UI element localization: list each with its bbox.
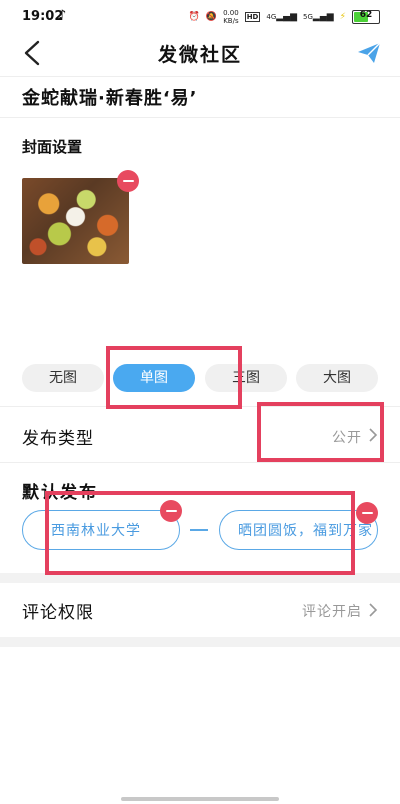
post-title[interactable]: 金蛇献瑞·新春胜‘易’: [22, 84, 198, 110]
battery-level: 62: [359, 10, 373, 20]
signal-5g-icon: 5G▂▄▆: [303, 12, 334, 22]
publish-type-label: 发布类型: [22, 429, 94, 449]
send-button[interactable]: [356, 40, 382, 66]
net-speed-unit: KB/s: [223, 17, 239, 25]
status-bar: 19:02 ♪ ⏰ 🔕 0.00 KB/s HD 4G▂▄▆ 5G▂▄▆ ⚡ 6…: [0, 0, 400, 34]
annotation-box-publish-type: [257, 402, 384, 462]
battery-icon: 62: [352, 10, 380, 24]
charging-icon: ⚡: [339, 12, 346, 22]
paper-plane-icon: [358, 42, 381, 63]
cover-settings-label: 封面设置: [22, 138, 83, 156]
section-gap-bottom: [0, 637, 400, 647]
net-speed: 0.00 KB/s: [223, 9, 239, 25]
layout-option-large[interactable]: 大图: [296, 364, 378, 392]
mute-icon: 🔕: [205, 12, 218, 22]
comment-permission-row[interactable]: 评论权限 评论开启: [0, 583, 400, 637]
remove-cover-button[interactable]: [117, 170, 139, 192]
tiktok-icon: ♪: [58, 8, 67, 23]
home-indicator[interactable]: [121, 797, 279, 801]
publish-type-divider: [0, 462, 400, 463]
nav-divider: [0, 76, 400, 77]
net-speed-value: 0.00: [223, 9, 239, 17]
signal-4g-label: 4G: [266, 13, 277, 21]
cover-image[interactable]: [22, 178, 129, 264]
status-icons: ⏰ 🔕 0.00 KB/s HD 4G▂▄▆ 5G▂▄▆ ⚡ 62: [189, 9, 380, 25]
nav-bar: 发微社区: [0, 34, 400, 74]
hd-icon: HD: [244, 12, 261, 22]
title-divider: [0, 117, 400, 118]
annotation-box-single-image: [106, 346, 242, 409]
page-title: 发微社区: [157, 44, 242, 66]
remove-tag-topic-button[interactable]: [356, 502, 378, 524]
comment-permission-value: 评论开启: [302, 604, 362, 620]
chevron-right-icon: [369, 603, 378, 617]
layout-option-none[interactable]: 无图: [22, 364, 104, 392]
alarm-icon: ⏰: [188, 12, 200, 22]
signal-5g-label: 5G: [303, 13, 313, 21]
annotation-box-default-publish: [45, 491, 355, 575]
comment-permission-label: 评论权限: [22, 603, 94, 623]
signal-4g-icon: 4G▂▄▆: [266, 12, 298, 22]
